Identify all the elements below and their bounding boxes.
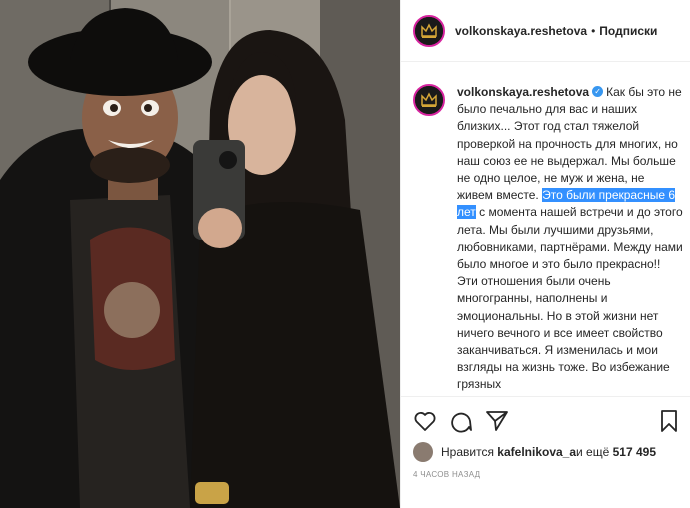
elevator-selfie-illustration xyxy=(0,0,400,508)
post-photo[interactable] xyxy=(0,0,400,508)
liker-username[interactable]: kafelnikova_a xyxy=(497,445,576,459)
share-icon[interactable] xyxy=(485,409,509,433)
caption-avatar[interactable] xyxy=(413,84,445,116)
likes-middle: и ещё xyxy=(576,445,610,459)
post-header: volkonskaya.reshetova • Подписки xyxy=(401,0,690,62)
caption-text-part1: Как бы это не было печально для вас и на… xyxy=(457,85,682,203)
action-bar xyxy=(401,396,690,440)
crown-logo-icon xyxy=(415,86,443,114)
caption-text: volkonskaya.reshetova ✓ Как бы это не было… xyxy=(457,84,683,394)
bookmark-icon[interactable] xyxy=(657,409,681,433)
crown-logo-icon xyxy=(415,16,443,45)
instagram-post: volkonskaya.reshetova • Подписки volkons… xyxy=(0,0,690,508)
heart-icon[interactable] xyxy=(413,409,437,433)
comment-icon[interactable] xyxy=(449,409,473,433)
likes-prefix: Нравится xyxy=(441,445,494,459)
header-separator: • xyxy=(591,23,596,38)
header-username[interactable]: volkonskaya.reshetova xyxy=(455,24,587,38)
author-avatar[interactable] xyxy=(413,14,445,47)
likes-row: Нравится kafelnikova_a и ещё 517 495 xyxy=(413,440,656,464)
post-timestamp[interactable]: 4 ЧАСОВ НАЗАД xyxy=(413,470,480,479)
verified-badge-icon: ✓ xyxy=(592,86,604,98)
post-side-panel: volkonskaya.reshetova • Подписки volkons… xyxy=(400,0,690,508)
caption-username[interactable]: volkonskaya.reshetova xyxy=(457,85,589,99)
likes-count[interactable]: 517 495 xyxy=(613,445,656,459)
liker-avatar[interactable] xyxy=(413,442,433,462)
caption-text-part2: с момента нашей встречи и до этого лета.… xyxy=(457,205,683,392)
following-button[interactable]: Подписки xyxy=(599,24,657,38)
